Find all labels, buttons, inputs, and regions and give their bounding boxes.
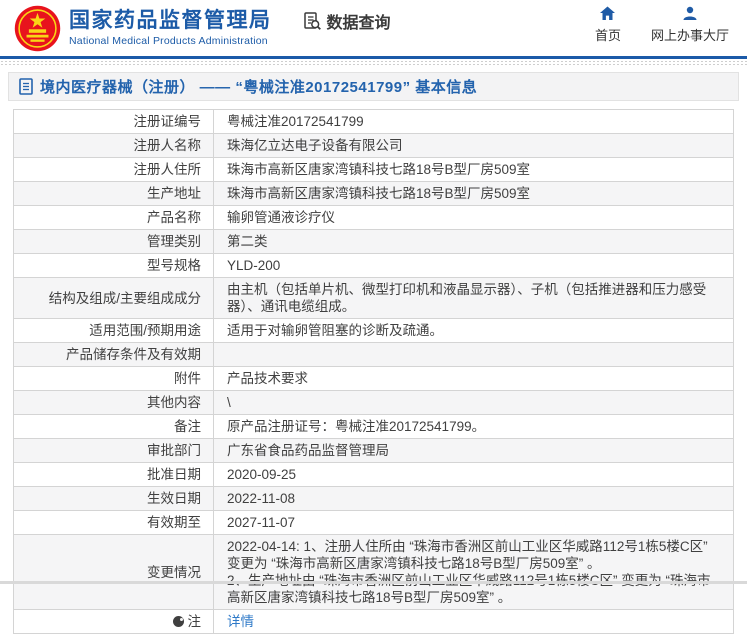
note-bullet-icon — [172, 616, 184, 627]
row-value: YLD-200 — [213, 253, 734, 278]
row-label: 审批部门 — [13, 438, 214, 463]
row-label: 结构及组成/主要组成成分 — [13, 277, 214, 319]
row-value: 由主机（包括单片机、微型打印机和液晶显示器）、子机（包括推进器和压力感受器）、通… — [213, 277, 734, 319]
row-label: 型号规格 — [13, 253, 214, 278]
table-row: 适用范围/预期用途 适用于对输卵管阻塞的诊断及疏通。 — [13, 318, 734, 343]
nav-service-hall-label: 网上办事大厅 — [650, 28, 729, 43]
table-row: 批准日期 2020-09-25 — [13, 462, 734, 487]
row-label: 其他内容 — [13, 390, 214, 415]
header-dotted-divider — [0, 59, 747, 65]
row-label: 注册证编号 — [13, 109, 214, 134]
table-row: 注册证编号 粤械注准20172541799 — [13, 109, 734, 134]
info-table: 注册证编号 粤械注准20172541799 注册人名称 珠海亿立达电子设备有限公司 注册… — [13, 109, 734, 634]
row-label: 注册人住所 — [13, 157, 214, 182]
row-label: 生产地址 — [13, 181, 214, 206]
row-value: 原产品注册证号：粤械注准20172541799。 — [213, 414, 734, 439]
national-emblem-logo — [14, 5, 61, 51]
table-row: 生效日期 2022-11-08 — [13, 486, 734, 511]
page-title: 境内医疗器械（注册） —— “粤械注准20172541799” 基本信息 — [40, 79, 478, 96]
nav-service-hall[interactable]: 网上办事大厅 — [651, 6, 729, 44]
page-title-bar: 境内医疗器械（注册） —— “粤械注准20172541799” 基本信息 — [8, 72, 739, 101]
row-value — [213, 342, 734, 367]
table-row: 附件 产品技术要求 — [13, 366, 734, 391]
page: { "header": { "org_name_zh": "国家药品监督管理局"… — [0, 0, 747, 634]
row-value: 珠海市高新区唐家湾镇科技七路18号B型厂房509室 — [213, 157, 734, 182]
row-label: 生效日期 — [13, 486, 214, 511]
org-name-en: National Medical Products Administration — [69, 35, 268, 47]
top-nav: 首页 网上办事大厅 — [595, 6, 733, 44]
document-search-icon — [303, 12, 321, 30]
row-label: 管理类别 — [13, 229, 214, 254]
row-value: 详情 — [213, 609, 734, 634]
table-row: 注册人名称 珠海亿立达电子设备有限公司 — [13, 133, 734, 158]
table-row: 审批部门 广东省食品药品监督管理局 — [13, 438, 734, 463]
nav-home[interactable]: 首页 — [595, 6, 621, 44]
table-row: 注详情 — [13, 609, 734, 634]
org-name-zh: 国家药品监督管理局 — [69, 9, 272, 32]
row-label: 适用范围/预期用途 — [13, 318, 214, 343]
org-names: 国家药品监督管理局 National Medical Products Admi… — [69, 9, 272, 47]
logo-group: 国家药品监督管理局 National Medical Products Admi… — [14, 5, 272, 52]
row-label: 产品储存条件及有效期 — [13, 342, 214, 367]
row-value: 粤械注准20172541799 — [213, 109, 734, 134]
row-value: 珠海市高新区唐家湾镇科技七路18号B型厂房509室 — [213, 181, 734, 206]
detail-link[interactable]: 详情 — [227, 614, 254, 629]
row-value: 2020-09-25 — [213, 462, 734, 487]
table-row: 有效期至 2027-11-07 — [13, 510, 734, 535]
row-value: 输卵管通液诊疗仪 — [213, 205, 734, 230]
user-icon — [683, 6, 697, 20]
table-row: 变更情况 2022-04-14: 1、注册人住所由 “珠海市香洲区前山工业区华威路… — [13, 534, 734, 610]
info-table-body: 注册证编号 粤械注准20172541799 注册人名称 珠海亿立达电子设备有限公司 注册… — [13, 109, 734, 634]
row-value: 珠海亿立达电子设备有限公司 — [213, 133, 734, 158]
row-label: 备注 — [13, 414, 214, 439]
table-row: 管理类别 第二类 — [13, 229, 734, 254]
row-value: 2022-04-14: 1、注册人住所由 “珠海市香洲区前山工业区华威路112号… — [213, 534, 734, 610]
home-icon — [600, 6, 616, 20]
row-label: 变更情况 — [13, 534, 214, 610]
nav-home-label: 首页 — [594, 28, 621, 43]
table-row: 备注 原产品注册证号：粤械注准20172541799。 — [13, 414, 734, 439]
row-label: 产品名称 — [13, 205, 214, 230]
table-row: 产品储存条件及有效期 — [13, 342, 734, 367]
site-header: 国家药品监督管理局 National Medical Products Admi… — [0, 0, 747, 56]
table-row: 产品名称 输卵管通液诊疗仪 — [13, 205, 734, 230]
data-query-link[interactable]: 数据查询 — [302, 9, 391, 33]
row-value: 2022-11-08 — [213, 486, 734, 511]
row-label: 注 — [13, 609, 214, 634]
row-value: 适用于对输卵管阻塞的诊断及疏通。 — [213, 318, 734, 343]
row-label: 有效期至 — [13, 510, 214, 535]
table-row: 注册人住所 珠海市高新区唐家湾镇科技七路18号B型厂房509室 — [13, 157, 734, 182]
row-label: 注册人名称 — [13, 133, 214, 158]
row-value: 2027-11-07 — [213, 510, 734, 535]
row-value: 广东省食品药品监督管理局 — [213, 438, 734, 463]
table-row: 结构及组成/主要组成成分 由主机（包括单片机、微型打印机和液晶显示器）、子机（包括… — [13, 277, 734, 319]
row-value: 第二类 — [213, 229, 734, 254]
document-icon — [19, 78, 33, 95]
row-label: 附件 — [13, 366, 214, 391]
row-label: 批准日期 — [13, 462, 214, 487]
row-value: \ — [213, 390, 734, 415]
table-row: 生产地址 珠海市高新区唐家湾镇科技七路18号B型厂房509室 — [13, 181, 734, 206]
data-query-label: 数据查询 — [326, 15, 391, 32]
table-row: 型号规格 YLD-200 — [13, 253, 734, 278]
row-value: 产品技术要求 — [213, 366, 734, 391]
table-row: 其他内容 \ — [13, 390, 734, 415]
